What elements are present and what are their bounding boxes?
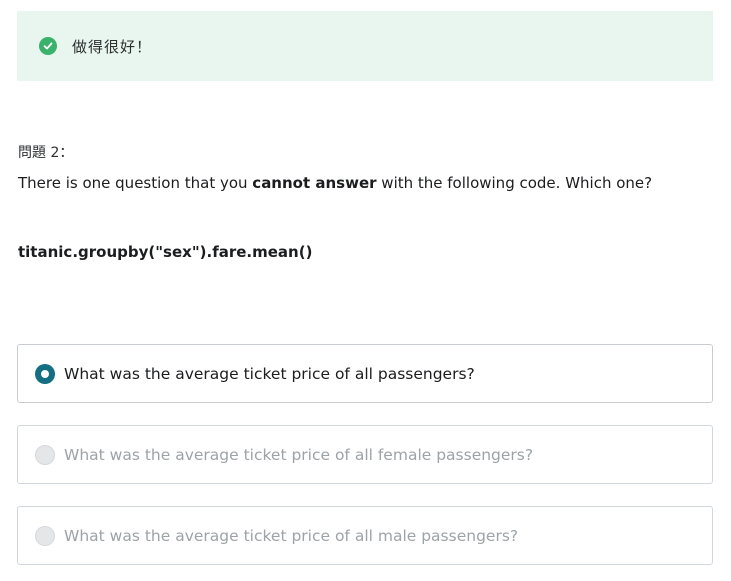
answer-option-label: What was the average ticket price of all… [64,445,534,464]
radio-unselected-icon[interactable] [35,525,55,546]
answer-option-1[interactable]: What was the average ticket price of all… [17,344,713,403]
answer-option-3[interactable]: What was the average ticket price of all… [17,506,713,565]
question-text: There is one question that you cannot an… [18,174,652,192]
radio-selected-icon[interactable] [35,363,55,384]
radio-unselected-icon[interactable] [35,444,55,465]
check-circle-icon [39,37,57,55]
answer-option-label: What was the average ticket price of all… [64,364,475,383]
answer-option-2[interactable]: What was the average ticket price of all… [17,425,713,484]
answer-option-label: What was the average ticket price of all… [64,526,519,545]
question-number: 問題 2： [18,145,74,161]
question-text-emphasis: cannot answer [252,174,377,192]
code-snippet: titanic.groupby("sex").fare.mean() [18,243,313,261]
question-text-before: There is one question that you [18,174,253,192]
question-text-after: with the following code. Which one? [376,174,653,192]
success-message: 做得很好！ [72,37,153,56]
success-banner: 做得很好！ [17,11,713,81]
